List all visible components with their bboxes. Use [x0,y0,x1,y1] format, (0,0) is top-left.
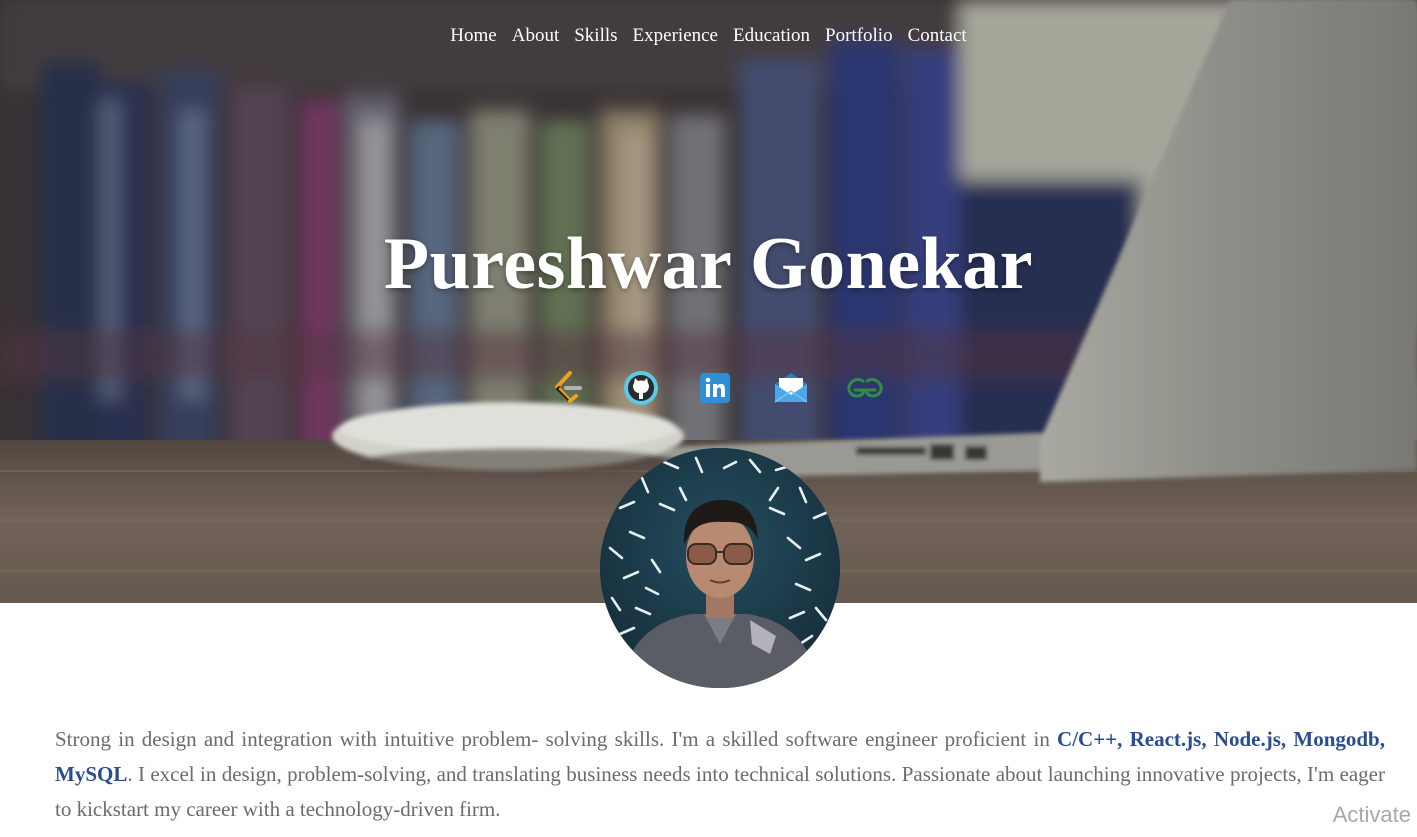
nav-about[interactable]: About [512,25,560,47]
profile-photo [600,448,840,688]
email-icon[interactable] [772,369,810,407]
nav-portfolio[interactable]: Portfolio [825,25,893,47]
nav-experience[interactable]: Experience [633,25,718,47]
about-rest-text: . I excel in design, problem-solving, an… [55,762,1385,821]
social-links [544,369,894,409]
geeksforgeeks-icon[interactable] [844,369,883,407]
nav-contact[interactable]: Contact [908,25,967,47]
about-intro-text: Strong in design and integration with in… [55,727,1058,751]
activate-watermark: Activate [1332,802,1411,827]
leetcode-icon[interactable] [548,369,586,407]
nav-education[interactable]: Education [733,25,810,47]
about-summary: Strong in design and integration with in… [55,722,1385,827]
main-nav: Home About Skills Experience Education P… [0,25,1417,47]
github-icon[interactable] [622,369,660,407]
linkedin-icon[interactable] [696,369,734,407]
nav-skills[interactable]: Skills [574,25,617,47]
hero-name: Pureshwar Gonekar [383,223,1034,305]
nav-home[interactable]: Home [450,25,496,47]
